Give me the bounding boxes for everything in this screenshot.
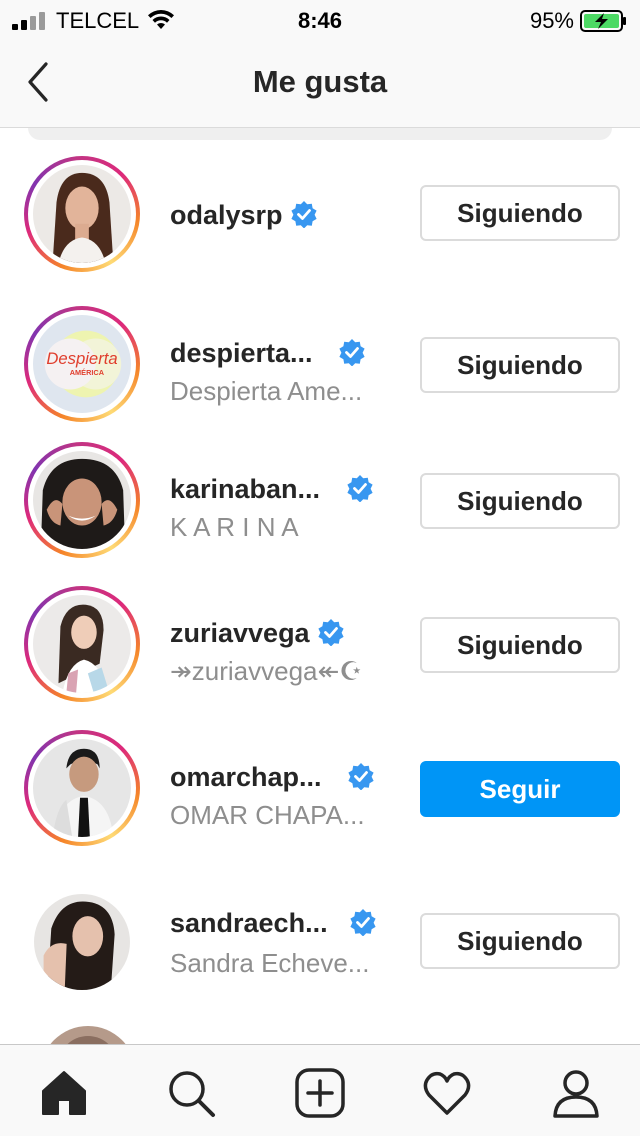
full-name: Despierta Ame... — [170, 376, 363, 406]
story-ring[interactable] — [24, 442, 140, 558]
following-button[interactable]: Siguiendo — [420, 185, 620, 241]
battery-charging-icon — [580, 10, 628, 32]
search-icon — [169, 1071, 215, 1117]
verified-badge-icon — [339, 339, 365, 366]
username[interactable]: zuriavvega — [170, 618, 310, 648]
full-name: ↠zuriavvega↞☪ — [170, 656, 363, 686]
list-item[interactable]: zuriavvega ↠zuriavvega↞☪ Siguiendo — [0, 584, 640, 724]
home-icon — [42, 1071, 86, 1115]
avatar — [33, 165, 131, 263]
status-bar: TELCEL 8:46 95% — [0, 0, 640, 42]
avatar — [40, 1026, 136, 1044]
avatar-frame[interactable] — [24, 884, 140, 1000]
full-name: OMAR CHAPA... — [170, 800, 365, 830]
page-title: Me gusta — [252, 64, 388, 99]
nav-header: Me gusta — [0, 42, 640, 128]
new-post-tab[interactable] — [294, 1067, 346, 1119]
avatar — [33, 595, 131, 693]
follow-button[interactable]: Seguir — [420, 761, 620, 817]
verified-badge-icon — [346, 475, 373, 502]
activity-heart-icon — [423, 1071, 471, 1115]
list-item[interactable]: omarchap... OMAR CHAPA... Seguir — [0, 728, 640, 868]
search-tab[interactable] — [165, 1067, 217, 1119]
tab-bar — [0, 1044, 640, 1136]
list-item[interactable]: sandraech... Sandra Echeve... Siguiendo — [0, 884, 640, 1024]
following-button[interactable]: Siguiendo — [420, 337, 620, 393]
story-ring[interactable] — [24, 156, 140, 272]
story-ring[interactable] — [24, 586, 140, 702]
following-button[interactable]: Siguiendo — [420, 913, 620, 969]
full-name: Sandra Echeve... — [170, 948, 370, 978]
following-button[interactable]: Siguiendo — [420, 473, 620, 529]
list-item[interactable]: karinaban... K A R I N A Siguiendo — [0, 440, 640, 580]
avatar — [33, 451, 131, 549]
activity-tab[interactable] — [421, 1067, 473, 1119]
username[interactable]: omarchap... — [170, 762, 322, 792]
username[interactable]: karinaban... — [170, 474, 320, 504]
verified-badge-icon — [318, 619, 344, 646]
profile-icon — [553, 1070, 599, 1118]
full-name: K A R I N A — [170, 512, 299, 542]
logo-text: Despierta — [46, 349, 117, 368]
list-item[interactable]: Despierta AMÉRICA despierta... Despierta… — [0, 304, 640, 444]
avatar — [34, 894, 130, 990]
list-item[interactable] — [0, 1024, 640, 1044]
story-ring[interactable]: Despierta AMÉRICA — [24, 306, 140, 422]
username[interactable]: odalysrp — [170, 200, 283, 230]
profile-tab[interactable] — [550, 1067, 602, 1119]
add-post-icon — [295, 1068, 345, 1118]
following-button[interactable]: Siguiendo — [420, 617, 620, 673]
list-item[interactable]: odalysrp Siguiendo — [0, 152, 640, 292]
story-ring[interactable] — [24, 730, 140, 846]
username[interactable]: sandraech... — [170, 908, 328, 938]
username[interactable]: despierta... — [170, 338, 313, 368]
verified-badge-icon — [348, 763, 374, 790]
avatar — [33, 739, 131, 837]
home-tab[interactable] — [38, 1067, 90, 1119]
verified-badge-icon — [291, 201, 317, 228]
avatar: Despierta AMÉRICA — [33, 315, 131, 413]
search-bar-edge — [28, 128, 612, 140]
battery-percent: 95% — [529, 8, 574, 33]
likes-list: odalysrp Siguiendo Despierta AMÉRICA des… — [0, 140, 640, 1044]
verified-badge-icon — [350, 909, 376, 936]
logo-subtext: AMÉRICA — [70, 368, 105, 377]
